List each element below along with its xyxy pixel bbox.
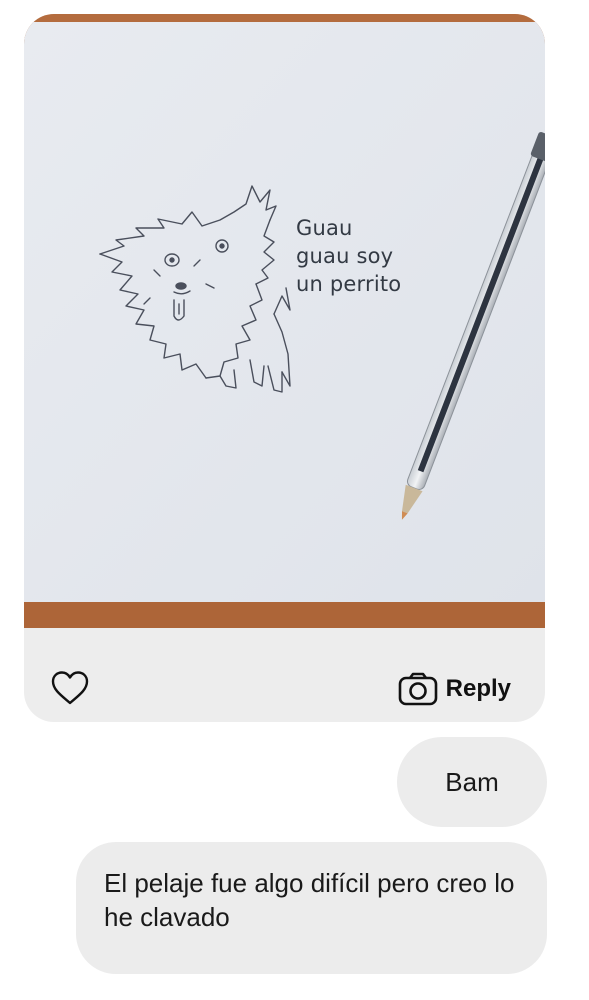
photo-message-card[interactable]: Guau guau soy un perrito Reply: [24, 14, 545, 722]
caption-line: guau soy: [296, 244, 394, 268]
heart-icon: [51, 671, 89, 705]
reply-label: Reply: [445, 675, 511, 702]
dog-drawing-photo: [24, 22, 545, 628]
camera-icon: [398, 672, 437, 706]
message-bubble[interactable]: El pelaje fue algo difícil pero creo lo …: [76, 842, 547, 974]
message-bubble[interactable]: Bam: [397, 737, 547, 827]
caption-line: un perrito: [296, 272, 402, 296]
handwritten-caption: Guau guau soy un perrito: [296, 214, 446, 298]
shared-photo[interactable]: Guau guau soy un perrito: [24, 14, 545, 628]
message-text: Bam: [445, 767, 499, 797]
reply-button[interactable]: Reply: [398, 672, 511, 706]
message-text: El pelaje fue algo difícil pero creo lo …: [104, 868, 515, 932]
like-button[interactable]: [50, 670, 90, 706]
caption-line: Guau: [296, 216, 353, 240]
photo-action-bar: Reply: [24, 628, 545, 722]
